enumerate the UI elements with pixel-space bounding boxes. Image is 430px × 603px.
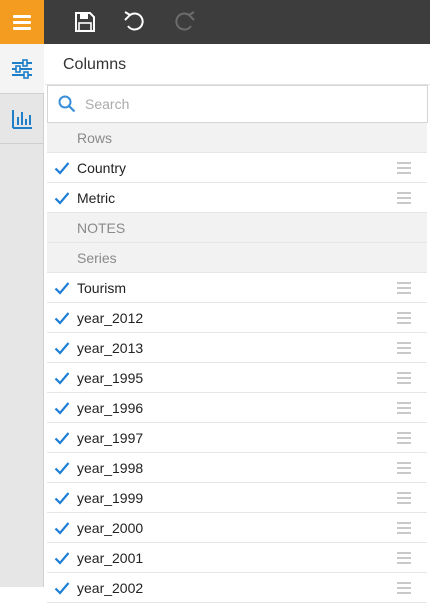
drag-handle-icon[interactable] — [397, 552, 411, 567]
search-icon — [51, 95, 83, 113]
search-field[interactable]: Search — [47, 85, 428, 123]
checkmark-icon[interactable] — [47, 191, 77, 205]
group-header: NOTES — [47, 213, 427, 243]
drag-handle-icon[interactable] — [397, 192, 411, 207]
list-item[interactable]: year_2001 — [47, 543, 427, 573]
list-item-label: Tourism — [77, 279, 127, 296]
list-item-label: Rows — [77, 129, 113, 146]
hamburger-icon — [13, 12, 31, 33]
list-item-label: Metric — [77, 189, 116, 206]
checkmark-icon[interactable] — [47, 461, 77, 475]
group-header: Rows — [47, 123, 427, 153]
drag-handle-icon[interactable] — [397, 462, 411, 477]
list-item-label: Country — [77, 159, 127, 176]
drag-handle-icon[interactable] — [397, 372, 411, 387]
list-item[interactable]: year_1997 — [47, 423, 427, 453]
list-item-label: year_1996 — [77, 399, 144, 416]
list-item[interactable]: year_1996 — [47, 393, 427, 423]
save-button[interactable] — [71, 8, 99, 36]
group-header: Series — [47, 243, 427, 273]
checkmark-icon[interactable] — [47, 401, 77, 415]
list-item[interactable]: year_2013 — [47, 333, 427, 363]
list-item-label: year_2000 — [77, 519, 144, 536]
checkmark-icon[interactable] — [47, 551, 77, 565]
drag-handle-icon[interactable] — [397, 522, 411, 537]
columns-list: Rows Country Metric NOTES Series Tourism year_… — [47, 123, 427, 603]
drag-handle-icon[interactable] — [397, 342, 411, 357]
drag-handle-icon[interactable] — [397, 492, 411, 507]
sliders-icon — [12, 58, 32, 79]
list-item[interactable]: Metric — [47, 183, 427, 213]
list-item[interactable]: year_2000 — [47, 513, 427, 543]
list-item[interactable]: year_2002 — [47, 573, 427, 603]
list-item[interactable]: year_2012 — [47, 303, 427, 333]
checkmark-icon[interactable] — [47, 431, 77, 445]
checkmark-icon[interactable] — [47, 341, 77, 355]
redo-icon — [175, 11, 195, 31]
drag-handle-icon[interactable] — [397, 432, 411, 447]
checkmark-icon[interactable] — [47, 311, 77, 325]
drag-handle-icon[interactable] — [397, 312, 411, 327]
bar-chart-icon — [12, 109, 32, 129]
sidebar-item-chart[interactable] — [0, 94, 44, 144]
list-item[interactable]: year_1995 — [47, 363, 427, 393]
redo-button[interactable] — [170, 8, 198, 36]
checkmark-icon[interactable] — [47, 521, 77, 535]
list-item[interactable]: year_1998 — [47, 453, 427, 483]
search-input[interactable]: Search — [85, 96, 129, 112]
list-item-label: year_2002 — [77, 579, 144, 596]
columns-panel: Columns Search Rows Country Metric NOTES Ser… — [45, 44, 430, 603]
checkmark-icon[interactable] — [47, 581, 77, 595]
list-item-label: year_2013 — [77, 339, 144, 356]
drag-handle-icon[interactable] — [397, 402, 411, 417]
checkmark-icon[interactable] — [47, 161, 77, 175]
list-item-label: year_1998 — [77, 459, 144, 476]
undo-icon — [124, 11, 144, 31]
top-toolbar — [0, 0, 430, 44]
checkmark-icon[interactable] — [47, 281, 77, 295]
list-item-label: year_2001 — [77, 549, 144, 566]
menu-button[interactable] — [0, 0, 44, 44]
checkmark-icon[interactable] — [47, 491, 77, 505]
drag-handle-icon[interactable] — [397, 582, 411, 597]
list-item-label: Series — [77, 249, 117, 266]
list-item-label: year_1999 — [77, 489, 144, 506]
list-item[interactable]: year_1999 — [47, 483, 427, 513]
list-item-label: year_1995 — [77, 369, 144, 386]
list-item-label: NOTES — [77, 219, 126, 236]
save-icon — [75, 12, 95, 32]
drag-handle-icon[interactable] — [397, 282, 411, 297]
list-item-label: year_2012 — [77, 309, 144, 326]
panel-title: Columns — [45, 44, 430, 85]
sidebar-item-columns[interactable] — [0, 44, 44, 94]
list-item[interactable]: Country — [47, 153, 427, 183]
drag-handle-icon[interactable] — [397, 162, 411, 177]
undo-button[interactable] — [121, 8, 149, 36]
list-item-label: year_1997 — [77, 429, 144, 446]
sidebar — [0, 44, 44, 587]
checkmark-icon[interactable] — [47, 371, 77, 385]
list-item[interactable]: Tourism — [47, 273, 427, 303]
